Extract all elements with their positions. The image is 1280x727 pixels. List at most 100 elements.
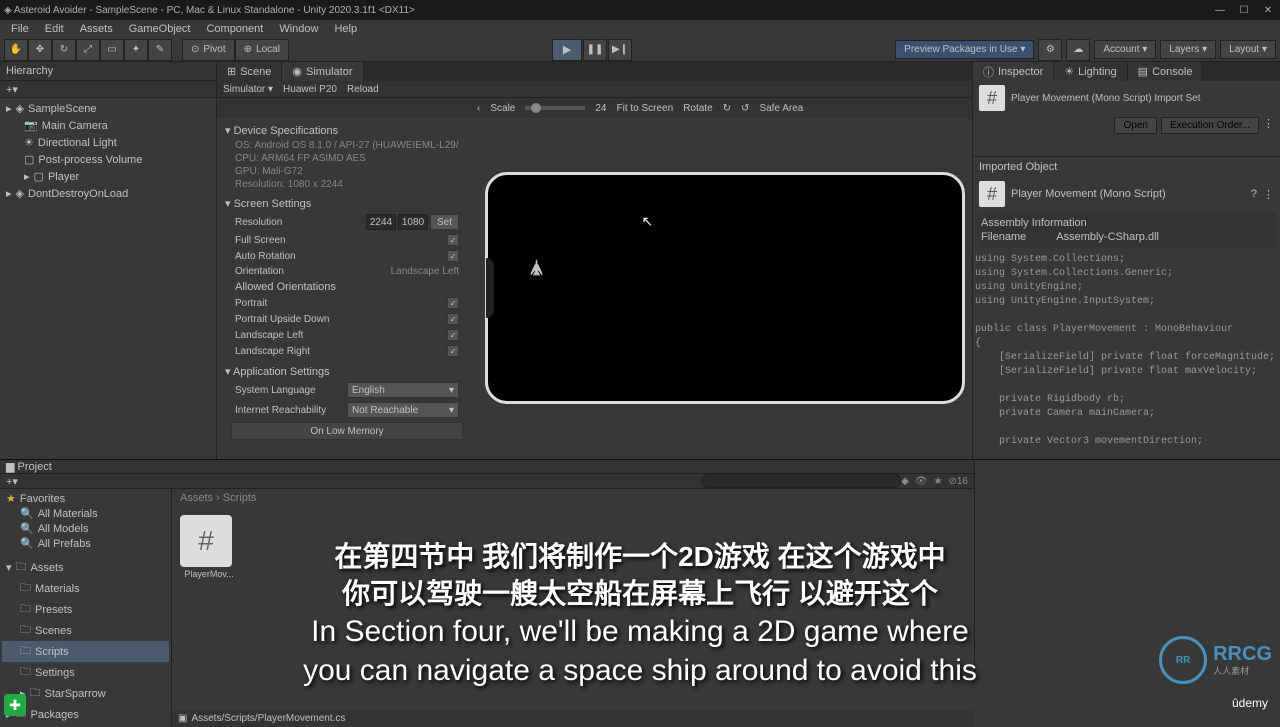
hierarchy-item-main-camera[interactable]: 📷Main Camera: [2, 117, 214, 134]
preview-packages-button[interactable]: Preview Packages in Use ▾: [895, 40, 1034, 59]
screen-settings-header[interactable]: ▾ Screen Settings: [225, 195, 469, 212]
packages-folder[interactable]: ▸ 🗀Packages: [2, 704, 169, 725]
folder-settings[interactable]: 🗀Settings: [2, 662, 169, 683]
hierarchy-item-player[interactable]: ▸▢Player: [2, 168, 214, 185]
close-button[interactable]: ✕: [1260, 2, 1276, 18]
landscape-r-checkbox[interactable]: ✓: [447, 345, 459, 357]
project-search-input[interactable]: [701, 474, 901, 488]
back-icon[interactable]: ‹: [477, 103, 480, 114]
simulator-device-dropdown[interactable]: Simulator ▾: [223, 84, 273, 95]
console-tab[interactable]: ▤ Console: [1128, 62, 1204, 81]
play-button[interactable]: ▶: [552, 39, 582, 61]
hierarchy-add-button[interactable]: +▾: [6, 83, 18, 96]
hierarchy-scene[interactable]: ▸◈SampleScene: [2, 100, 214, 117]
app-settings-header[interactable]: ▾ Application Settings: [225, 363, 469, 380]
inspector-tab[interactable]: ⓘ Inspector: [973, 62, 1054, 81]
folder-starsparrow[interactable]: ▸🗀StarSparrow: [2, 683, 169, 704]
menu-assets[interactable]: Assets: [73, 22, 120, 36]
menu-gameobject[interactable]: GameObject: [122, 22, 198, 36]
transform-tool[interactable]: ✦: [124, 39, 148, 61]
menu-edit[interactable]: Edit: [38, 22, 71, 36]
rotate-button[interactable]: Rotate: [683, 103, 712, 114]
account-dropdown[interactable]: Account ▾: [1094, 40, 1156, 59]
layout-dropdown[interactable]: Layout ▾: [1220, 40, 1276, 59]
menu-file[interactable]: File: [4, 22, 36, 36]
bottom-left-button[interactable]: ✚: [4, 694, 26, 716]
folder-materials[interactable]: 🗀Materials: [2, 578, 169, 599]
project-breadcrumb[interactable]: Assets › Scripts: [172, 489, 974, 507]
inspector-menu-icon[interactable]: ⋮: [1263, 117, 1274, 134]
pause-button[interactable]: ❚❚: [583, 39, 607, 61]
autorot-checkbox[interactable]: ✓: [447, 250, 459, 262]
menu-help[interactable]: Help: [327, 22, 364, 36]
rotate-cw-icon[interactable]: ↻: [723, 103, 731, 114]
scale-tool[interactable]: ⤢: [76, 39, 100, 61]
fullscreen-checkbox[interactable]: ✓: [447, 234, 459, 246]
lighting-tab[interactable]: ☀ Lighting: [1054, 62, 1127, 81]
asset-label: PlayerMov...: [180, 569, 238, 579]
fav-all-models[interactable]: 🔍All Models: [2, 521, 169, 536]
rect-tool[interactable]: ▭: [100, 39, 124, 61]
menu-icon[interactable]: ⋮: [1263, 188, 1274, 201]
fav-all-prefabs[interactable]: 🔍All Prefabs: [2, 536, 169, 551]
fav-all-materials[interactable]: 🔍All Materials: [2, 506, 169, 521]
scale-slider[interactable]: [525, 106, 585, 110]
assets-folder[interactable]: ▾ 🗀Assets: [2, 557, 169, 578]
hand-tool[interactable]: ✋: [4, 39, 28, 61]
eye-icon[interactable]: 👁: [915, 476, 928, 487]
scene-tab[interactable]: ⊞Scene: [217, 62, 282, 81]
res-width-input[interactable]: [366, 214, 396, 230]
watermark-logo-icon: RR: [1159, 636, 1207, 684]
maximize-button[interactable]: ☐: [1236, 2, 1252, 18]
reachability-dropdown[interactable]: Not Reachable▾: [347, 402, 459, 418]
rotate-ccw-icon[interactable]: ↺: [741, 103, 749, 114]
collab-icon[interactable]: ⚙: [1038, 39, 1062, 61]
menu-component[interactable]: Component: [199, 22, 270, 36]
hierarchy-item-dontdestroy[interactable]: ▸◈DontDestroyOnLoad: [2, 185, 214, 202]
simulator-reload[interactable]: Reload: [347, 84, 379, 95]
folder-presets[interactable]: 🗀Presets: [2, 599, 169, 620]
menu-window[interactable]: Window: [272, 22, 325, 36]
folder-scripts[interactable]: 🗀Scripts: [2, 641, 169, 662]
local-toggle[interactable]: ⊕Local: [235, 39, 289, 61]
folder-scenes[interactable]: 🗀Scenes: [2, 620, 169, 641]
step-button[interactable]: ▶❙: [608, 39, 632, 61]
star-icon[interactable]: ★: [934, 476, 943, 487]
filter-icon[interactable]: ◆: [901, 476, 909, 487]
custom-tool[interactable]: ✎: [148, 39, 172, 61]
hierarchy-item-directional-light[interactable]: ☀Directional Light: [2, 134, 214, 151]
simulator-device-name[interactable]: Huawei P20: [283, 84, 337, 95]
device-specs-header[interactable]: ▾ Device Specifications: [225, 122, 469, 139]
rotate-tool[interactable]: ↻: [52, 39, 76, 61]
language-dropdown[interactable]: English▾: [347, 382, 459, 398]
move-tool[interactable]: ✥: [28, 39, 52, 61]
portrait-ud-checkbox[interactable]: ✓: [447, 313, 459, 325]
scale-label: Scale: [490, 103, 515, 114]
minimize-button[interactable]: —: [1212, 2, 1228, 18]
folder-icon: 🗀: [20, 600, 31, 619]
portrait-checkbox[interactable]: ✓: [447, 297, 459, 309]
landscape-l-checkbox[interactable]: ✓: [447, 329, 459, 341]
fit-to-screen-button[interactable]: Fit to Screen: [616, 103, 673, 114]
hierarchy-item-postprocess[interactable]: ▢Post-process Volume: [2, 151, 214, 168]
pivot-toggle[interactable]: ⊙Pivot: [182, 39, 235, 61]
portrait-label: Portrait: [235, 298, 267, 309]
res-height-input[interactable]: [398, 214, 428, 230]
project-tab[interactable]: ▆ Project: [6, 460, 52, 473]
hierarchy-tab[interactable]: Hierarchy: [6, 65, 53, 77]
favorites-folder[interactable]: ★Favorites: [2, 491, 169, 506]
safe-area-button[interactable]: Safe Area: [759, 103, 803, 114]
res-set-button[interactable]: Set: [430, 214, 459, 230]
fullscreen-label: Full Screen: [235, 235, 286, 246]
open-button[interactable]: Open: [1114, 117, 1156, 134]
cloud-icon[interactable]: ☁: [1066, 39, 1090, 61]
folder-icon: 🗀: [20, 621, 31, 640]
low-memory-button[interactable]: On Low Memory: [231, 422, 463, 440]
device-preview[interactable]: 🛦 ↖: [485, 172, 965, 404]
asset-playermovement[interactable]: # PlayerMov...: [180, 515, 238, 579]
help-icon[interactable]: ?: [1251, 188, 1257, 200]
layers-dropdown[interactable]: Layers ▾: [1160, 40, 1216, 59]
simulator-tab[interactable]: ◉Simulator: [282, 62, 363, 81]
execution-order-button[interactable]: Execution Order...: [1161, 117, 1259, 134]
project-add-button[interactable]: +▾: [6, 475, 18, 488]
